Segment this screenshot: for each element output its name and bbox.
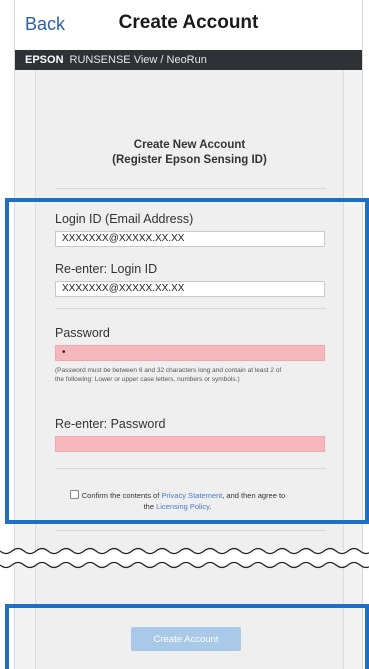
- navigation-bar: Back Create Account: [15, 0, 362, 50]
- divider: [56, 188, 326, 189]
- heading-line-2: (Register Epson Sensing ID): [112, 154, 267, 166]
- create-button-highlight: [5, 604, 369, 669]
- heading-line-1: Create New Account: [133, 139, 246, 151]
- brand-logo: EPSON: [25, 54, 64, 66]
- form-heading: Create New Account (Register Epson Sensi…: [36, 138, 343, 168]
- page-title: Create Account: [118, 12, 259, 33]
- app-header: EPSON RUNSENSE View / NeoRun: [15, 50, 362, 70]
- page-break-graphic: [0, 547, 369, 569]
- divider: [56, 530, 326, 531]
- form-fields-highlight: [5, 198, 369, 524]
- product-name: RUNSENSE View / NeoRun: [69, 54, 207, 66]
